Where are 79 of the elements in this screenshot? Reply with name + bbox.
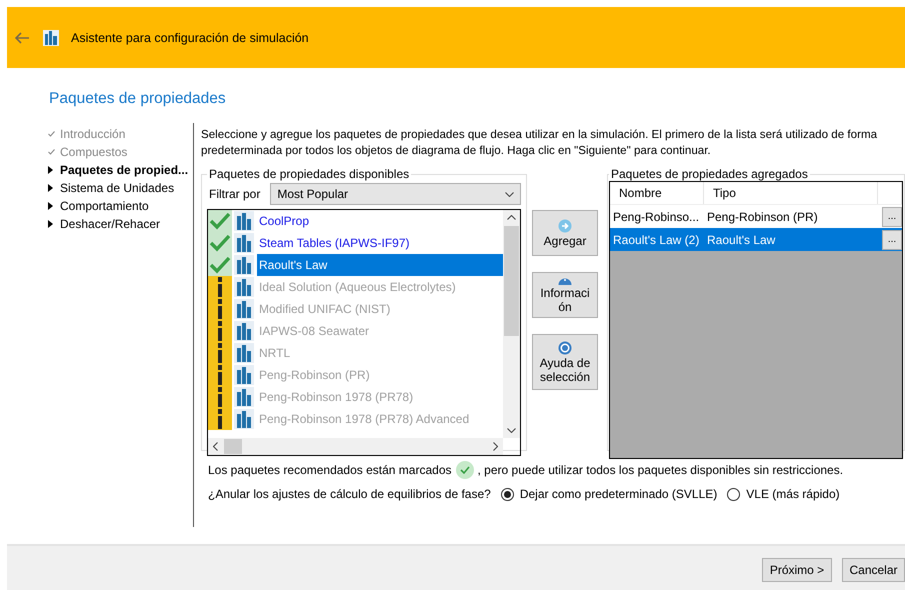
table-cell-text: Peng-Robinso... <box>612 210 700 224</box>
column-header[interactable]: Nombre <box>610 182 704 204</box>
app-icon <box>43 30 59 46</box>
table-cell-text: Raoult's Law <box>706 232 776 246</box>
info-mark-icon <box>218 409 222 429</box>
arrow-right-icon <box>558 218 572 232</box>
radio-option[interactable]: Dejar como predeterminado (SVLLE) <box>500 487 718 501</box>
info-mark-icon <box>218 277 222 297</box>
package-icon <box>234 277 254 297</box>
check-icon <box>48 149 55 155</box>
scroll-right-icon[interactable] <box>493 442 498 451</box>
instructions-text: Seleccione y agregue los paquetes de propiedades que desea utilizar en la simulación. El primero de la lista será utilizado de forma predeterminada por todos los objetos de diagrama de flujo. Haga clic en "Siguiente" para continuar. <box>201 127 878 159</box>
table-row[interactable]: Peng-Robinso... Peng-Robinson (PR) ... <box>610 205 902 228</box>
info-mark-icon <box>218 387 222 407</box>
package-icon <box>234 299 254 319</box>
horizontal-scrollbar[interactable] <box>208 438 503 455</box>
cancel-button[interactable]: Cancelar <box>842 558 905 582</box>
radio-option[interactable]: VLE (más rápido) <box>727 487 840 501</box>
wizard-step[interactable]: Introducción <box>48 126 193 142</box>
info-mark-icon <box>218 299 222 319</box>
package-icon <box>234 387 254 407</box>
scroll-thumb[interactable] <box>224 439 242 454</box>
info-mark-icon <box>218 321 222 341</box>
back-arrow-icon[interactable] <box>15 32 29 44</box>
scroll-up-icon[interactable] <box>507 215 516 220</box>
help-button[interactable]: Ayuda de selección <box>532 334 598 390</box>
note-text: , pero puede utilizar todos los paquetes disponibles sin restricciones. <box>478 463 844 477</box>
package-list-item[interactable]: Steam Tables (IAPWS-IF97) <box>257 232 503 254</box>
table-cell-text: Peng-Robinson (PR) <box>706 210 819 224</box>
table-row[interactable]: Raoult's Law (2) Raoult's Law ... <box>610 228 902 251</box>
question-text: ¿Anular los ajustes de cálculo de equilibrios de fase? <box>208 487 491 501</box>
radio-button[interactable] <box>727 488 740 500</box>
ellipsis-button[interactable]: ... <box>882 230 902 250</box>
check-icon <box>209 234 231 252</box>
package-icon <box>234 343 254 363</box>
info-mark-icon <box>218 365 222 385</box>
column-header[interactable]: Tipo <box>704 182 878 204</box>
package-icon <box>234 211 254 231</box>
group-title: Paquetes de propiedades agregados <box>610 167 809 181</box>
page-title: Paquetes de propiedades <box>49 90 227 108</box>
wizard-step[interactable]: Comportamiento <box>48 198 193 214</box>
package-icon <box>234 365 254 385</box>
ellipsis-button[interactable]: ... <box>882 206 902 226</box>
check-icon <box>209 212 231 230</box>
radio-button[interactable] <box>500 488 514 500</box>
wizard-step[interactable]: Compuestos <box>48 144 193 160</box>
help-icon <box>558 340 572 354</box>
note-text: Los paquetes recomendados están marcados <box>208 463 452 477</box>
add-button[interactable]: Agregar <box>532 210 598 256</box>
chevron-down-icon <box>505 192 514 196</box>
table-cell-text: Raoult's Law (2) <box>612 232 700 246</box>
package-icon <box>234 255 254 275</box>
scroll-left-icon[interactable] <box>213 442 218 451</box>
triangle-icon <box>48 202 53 210</box>
package-icon <box>234 409 254 429</box>
package-icon <box>234 321 254 341</box>
package-list-item[interactable]: CoolProp <box>257 210 503 232</box>
info-icon <box>558 276 572 284</box>
check-icon <box>209 256 231 274</box>
filter-label: Filtrar por <box>209 187 260 201</box>
vertical-scrollbar[interactable] <box>503 210 520 438</box>
package-icon <box>234 233 254 253</box>
filter-dropdown[interactable]: Most Popular <box>270 183 521 205</box>
triangle-icon <box>48 220 53 228</box>
scroll-down-icon[interactable] <box>507 428 516 433</box>
info-mark-icon <box>218 343 222 363</box>
scroll-thumb[interactable] <box>504 226 519 336</box>
check-icon <box>48 131 55 137</box>
check-icon <box>456 461 474 479</box>
triangle-icon <box>48 166 53 174</box>
package-list-item[interactable]: Raoult's Law <box>257 254 503 276</box>
info-button[interactable]: Informaci ón <box>532 272 598 318</box>
next-button[interactable]: Próximo > <box>762 558 832 582</box>
window-title: Asistente para configuración de simulación <box>71 30 309 44</box>
wizard-step[interactable]: Deshacer/Rehacer <box>48 216 193 232</box>
wizard-step[interactable]: Sistema de Unidades <box>48 180 193 196</box>
group-title: Paquetes de propiedades disponibles <box>208 167 410 181</box>
triangle-icon <box>48 184 53 192</box>
wizard-step[interactable]: Paquetes de propied... <box>48 162 193 178</box>
